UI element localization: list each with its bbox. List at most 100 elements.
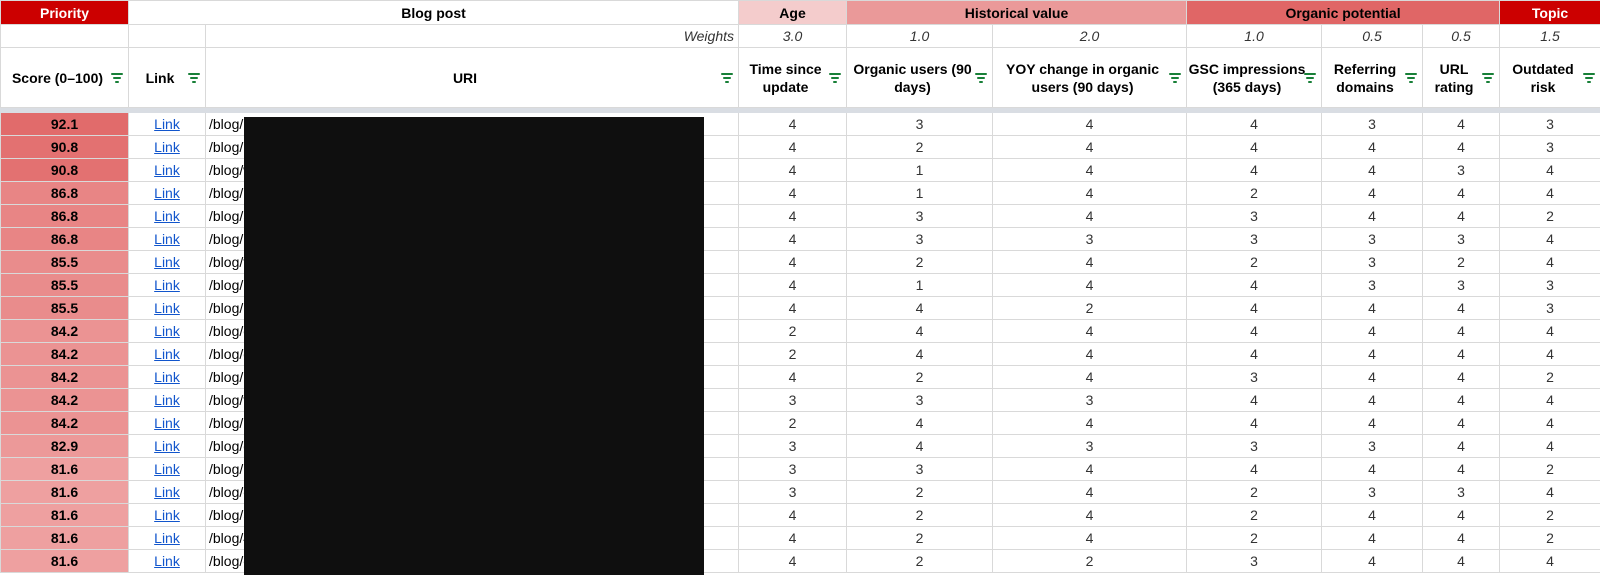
weight-url-rating[interactable]: 0.5 [1422,24,1501,48]
link-cell[interactable]: Link [128,112,206,136]
url-rating-cell[interactable]: 4 [1422,319,1501,343]
filter-icon[interactable] [1169,72,1182,83]
gsc-impressions-cell[interactable]: 2 [1186,250,1323,274]
link-cell[interactable]: Link [128,434,206,458]
yoy-change-cell[interactable]: 3 [992,227,1188,251]
outdated-risk-cell[interactable]: 2 [1499,457,1600,481]
referring-domains-cell[interactable]: 4 [1321,526,1424,550]
col-header-gsc-impressions[interactable]: GSC impressions (365 days) [1186,47,1323,108]
col-header-outdated-risk[interactable]: Outdated risk [1499,47,1600,108]
outdated-risk-cell[interactable]: 2 [1499,503,1600,527]
link-cell[interactable]: Link [128,158,206,182]
score-cell[interactable]: 90.8 [0,135,129,159]
outdated-risk-cell[interactable]: 3 [1499,273,1600,297]
time-since-update-cell[interactable]: 3 [738,480,848,504]
link-cell[interactable]: Link [128,319,206,343]
group-organic-potential[interactable]: Organic potential [1186,0,1501,25]
organic-users-cell[interactable]: 2 [846,250,994,274]
post-link[interactable]: Link [154,300,180,316]
referring-domains-cell[interactable]: 4 [1321,204,1424,228]
post-link[interactable]: Link [154,162,180,178]
score-cell[interactable]: 84.2 [0,342,129,366]
post-link[interactable]: Link [154,231,180,247]
referring-domains-cell[interactable]: 3 [1321,227,1424,251]
url-rating-cell[interactable]: 4 [1422,112,1501,136]
weight-organic-users[interactable]: 1.0 [846,24,994,48]
gsc-impressions-cell[interactable]: 4 [1186,158,1323,182]
referring-domains-cell[interactable]: 4 [1321,181,1424,205]
url-rating-cell[interactable]: 4 [1422,204,1501,228]
organic-users-cell[interactable]: 2 [846,480,994,504]
col-header-referring-domains[interactable]: Referring domains [1321,47,1424,108]
weight-time-since-update[interactable]: 3.0 [738,24,848,48]
gsc-impressions-cell[interactable]: 2 [1186,480,1323,504]
organic-users-cell[interactable]: 4 [846,434,994,458]
gsc-impressions-cell[interactable]: 3 [1186,365,1323,389]
filter-icon[interactable] [829,72,842,83]
time-since-update-cell[interactable]: 3 [738,388,848,412]
yoy-change-cell[interactable]: 4 [992,250,1188,274]
post-link[interactable]: Link [154,530,180,546]
group-topic[interactable]: Topic [1499,0,1600,25]
gsc-impressions-cell[interactable]: 3 [1186,549,1323,573]
yoy-change-cell[interactable]: 4 [992,526,1188,550]
url-rating-cell[interactable]: 4 [1422,549,1501,573]
referring-domains-cell[interactable]: 3 [1321,434,1424,458]
post-link[interactable]: Link [154,438,180,454]
url-rating-cell[interactable]: 4 [1422,457,1501,481]
filter-icon[interactable] [111,72,123,83]
score-cell[interactable]: 84.2 [0,388,129,412]
col-header-time-since-update[interactable]: Time since update [738,47,848,108]
url-rating-cell[interactable]: 2 [1422,250,1501,274]
score-cell[interactable]: 82.9 [0,434,129,458]
organic-users-cell[interactable]: 2 [846,135,994,159]
outdated-risk-cell[interactable]: 3 [1499,112,1600,136]
score-cell[interactable]: 81.6 [0,549,129,573]
score-cell[interactable]: 90.8 [0,158,129,182]
score-cell[interactable]: 92.1 [0,112,129,136]
link-cell[interactable]: Link [128,388,206,412]
col-header-yoy-change[interactable]: YOY change in organic users (90 days) [992,47,1188,108]
outdated-risk-cell[interactable]: 4 [1499,480,1600,504]
filter-icon[interactable] [188,72,200,83]
group-historical-value[interactable]: Historical value [846,0,1188,25]
referring-domains-cell[interactable]: 3 [1321,112,1424,136]
weights-label[interactable]: Weights [204,24,740,48]
organic-users-cell[interactable]: 3 [846,457,994,481]
organic-users-cell[interactable]: 3 [846,204,994,228]
outdated-risk-cell[interactable]: 4 [1499,181,1600,205]
time-since-update-cell[interactable]: 4 [738,227,848,251]
col-header-uri[interactable]: URI [204,47,740,108]
gsc-impressions-cell[interactable]: 4 [1186,112,1323,136]
filter-icon[interactable] [975,72,988,83]
outdated-risk-cell[interactable]: 4 [1499,411,1600,435]
organic-users-cell[interactable]: 2 [846,503,994,527]
outdated-risk-cell[interactable]: 2 [1499,365,1600,389]
time-since-update-cell[interactable]: 4 [738,526,848,550]
link-cell[interactable]: Link [128,457,206,481]
organic-users-cell[interactable]: 2 [846,549,994,573]
weight-gsc-impressions[interactable]: 1.0 [1186,24,1323,48]
url-rating-cell[interactable]: 4 [1422,296,1501,320]
referring-domains-cell[interactable]: 4 [1321,135,1424,159]
link-cell[interactable]: Link [128,365,206,389]
gsc-impressions-cell[interactable]: 2 [1186,526,1323,550]
link-cell[interactable]: Link [128,342,206,366]
link-cell[interactable]: Link [128,411,206,435]
group-age[interactable]: Age [738,0,848,25]
weight-outdated-risk[interactable]: 1.5 [1499,24,1600,48]
url-rating-cell[interactable]: 4 [1422,434,1501,458]
post-link[interactable]: Link [154,392,180,408]
gsc-impressions-cell[interactable]: 4 [1186,296,1323,320]
col-header-score[interactable]: Score (0–100) [0,47,129,108]
organic-users-cell[interactable]: 2 [846,365,994,389]
link-cell[interactable]: Link [128,204,206,228]
url-rating-cell[interactable]: 4 [1422,181,1501,205]
yoy-change-cell[interactable]: 4 [992,342,1188,366]
link-cell[interactable]: Link [128,549,206,573]
link-cell[interactable]: Link [128,296,206,320]
gsc-impressions-cell[interactable]: 4 [1186,411,1323,435]
link-cell[interactable]: Link [128,135,206,159]
filter-icon[interactable] [1304,72,1317,83]
score-cell[interactable]: 86.8 [0,204,129,228]
